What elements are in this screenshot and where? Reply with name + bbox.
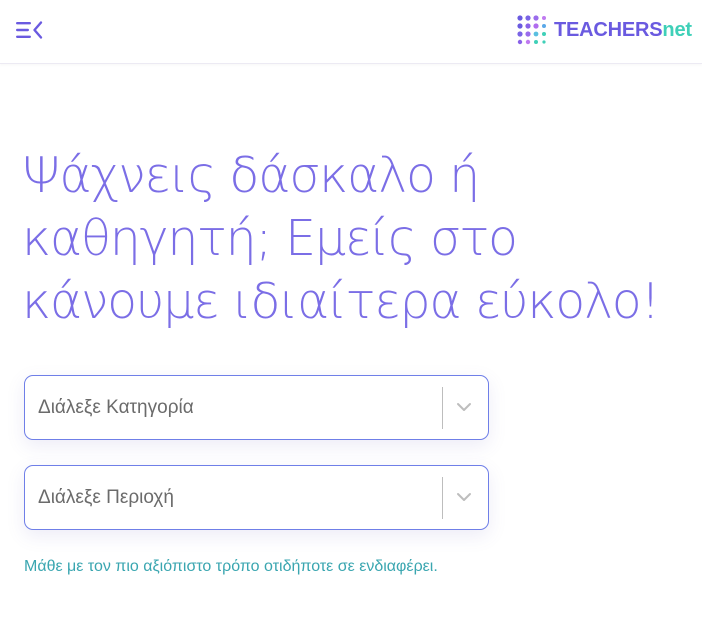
headline-line: Ψάχνεις δάσκαλο ή [22, 147, 480, 204]
headline-line: κάνουμε ιδιαίτερα εύκολο! [22, 273, 660, 330]
region-select[interactable]: Διάλεξε Περιοχή [24, 465, 489, 530]
menu-toggle-button[interactable] [14, 17, 44, 43]
select-divider [442, 477, 443, 519]
hero-headline: Ψάχνεις δάσκαλο ή καθηγητή; Εμείς στο κά… [22, 144, 682, 333]
logo-brand-text: TEACHERS [554, 18, 663, 41]
menu-collapse-icon [16, 21, 43, 39]
logo-wordmark: TEACHERSnet [554, 19, 692, 42]
region-select-placeholder: Διάλεξε Περιοχή [38, 487, 174, 508]
brand-logo[interactable]: TEACHERSnet [516, 14, 692, 46]
top-header: TEACHERSnet [0, 0, 702, 64]
chevron-down-icon[interactable] [455, 490, 473, 504]
hero-tagline: Μάθε με τον πιο αξιόπιστο τρόπο οτιδήποτ… [24, 558, 438, 575]
category-select-placeholder: Διάλεξε Κατηγορία [38, 397, 194, 418]
category-select[interactable]: Διάλεξε Κατηγορία [24, 375, 489, 440]
headline-line: καθηγητή; Εμείς στο [22, 210, 518, 267]
select-divider [442, 387, 443, 429]
logo-suffix-text: net [662, 18, 692, 41]
dot-grid-logo-icon [517, 15, 546, 45]
chevron-down-icon[interactable] [455, 400, 473, 414]
